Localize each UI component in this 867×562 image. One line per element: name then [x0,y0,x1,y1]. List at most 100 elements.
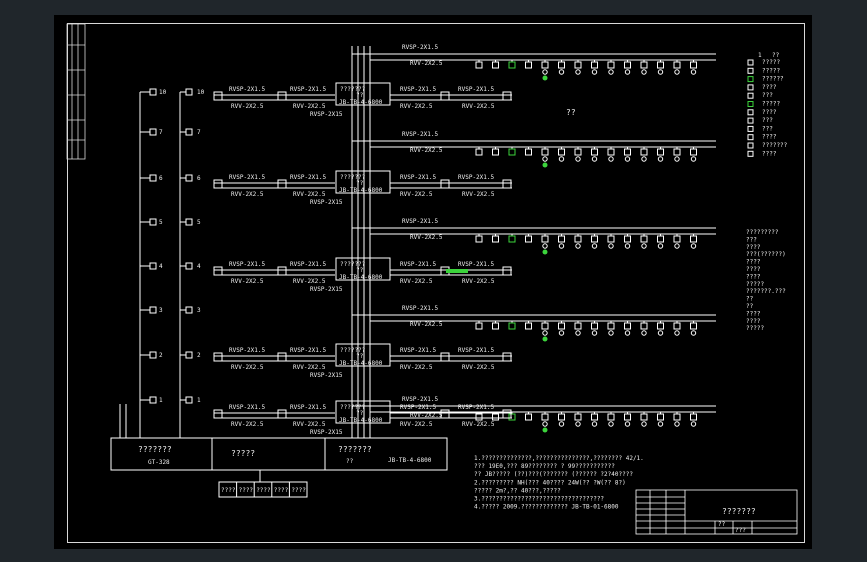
detector-circle [558,330,565,336]
detector-circle [558,421,565,427]
panel-right-model: JB-TB-4-6800 [388,457,432,464]
module-mid-box [277,409,287,419]
cable-label-mid: RVV-2X2.5 [410,321,443,328]
row-cable-bottom: RVSP-2X15 [310,372,343,379]
detector-symbol [541,413,549,421]
mid-floor-label: 10 [197,89,205,96]
detector-symbol [475,235,483,243]
detector-circle [575,243,581,249]
detector-symbol [657,235,664,243]
mid-floor-box [185,218,193,226]
detector-circle [624,421,631,427]
detector-symbol [624,322,631,330]
legend-symbol [747,84,754,91]
small-box-label: ???? [291,487,306,494]
note-line: ???? [746,273,761,280]
detector-circle [674,156,680,162]
note-line: ????? [746,281,764,288]
panel-right-sub: ?? [346,458,354,465]
detector-circle [608,421,614,427]
row-cable-left: RVSP-2X1.5 [229,347,266,354]
bottom-note-line: 3.?????????????????????????????????? [474,496,604,503]
detector-green-dot [542,336,548,342]
legend-symbol [747,76,754,83]
detector-symbol [640,322,648,330]
control-panel: ??????? GT-328 ????? ??????? ?? JB-TB-4-… [110,437,448,498]
legend-item: ???? [762,84,777,91]
small-box-label: ???? [274,487,289,494]
row-cable-mid: RVSP-2X1.5 [290,174,327,181]
row-cable-left: RVSP-2X1.5 [229,261,266,268]
detector-symbol [508,148,516,156]
junction-box-sub: ?? [356,180,364,187]
bottom-note-line: 2.????????? NH(??? 40???? 24W(?? ?W(?? 8… [474,479,626,486]
left-floor-box [149,262,157,270]
junction-box-sub: ?? [356,410,364,417]
legend-item: ????? [762,67,780,74]
row-cable-mid-b: RVV-2X2.5 [293,364,326,371]
detector-symbol [475,148,483,156]
junction-box-sub: ?? [356,353,364,360]
detector-circle [657,69,664,75]
legend-item: ???? [762,150,777,157]
detector-circle [542,69,548,75]
legend-item: ??? [762,125,773,132]
detector-circle [690,69,697,75]
panel-mid-title: ????? [231,449,255,458]
row-cable-right-b: RVV-2X2.5 [400,364,433,371]
detector-symbol [673,413,681,421]
mid-floor-box [185,174,193,182]
note-line: ????????? [746,229,779,236]
detector-circle [641,243,647,249]
legend-symbol [747,59,754,66]
row-cable-far: RVSP-2X1.5 [458,404,495,411]
row-cable-far: RVSP-2X1.5 [458,86,495,93]
cable-label-top: RVSP-2X1.5 [402,396,439,403]
detector-circle [591,69,598,75]
detector-symbol [558,322,565,330]
row-cable-right: RVSP-2X1.5 [400,174,437,181]
detector-circle [575,69,581,75]
row-cable-mid: RVSP-2X1.5 [290,86,327,93]
panel-small-boxes: ???????????????????? [218,470,308,498]
bottom-note-line: ????? 2m?,?? 40???,????? [474,487,561,494]
detector-symbol [640,235,648,243]
detector-symbol [475,61,483,69]
note-line: ?? [746,296,754,303]
detector-circle [690,330,697,336]
row-cable-far-b: RVV-2X2.5 [462,191,495,198]
detector-circle [674,243,680,249]
detector-symbol [624,148,631,156]
detector-symbol [640,61,648,69]
detector-circle [641,330,647,336]
legend-item: ??? [762,92,773,99]
row-cable-far: RVSP-2X1.5 [458,261,495,268]
title-block-sheet: ??? [735,527,746,534]
detector-symbol [690,61,697,69]
detector-symbol [574,235,582,243]
mid-floor-box [185,128,193,136]
detector-circle [542,421,548,427]
detector-circle [624,330,631,336]
legend-symbol [747,142,754,149]
detector-circle [641,156,647,162]
revision-strip [66,23,86,160]
note-line: ???? [746,266,761,273]
detector-symbol [574,413,582,421]
detector-symbol [690,148,697,156]
module-end-box [502,91,512,101]
small-box-label: ???? [239,487,254,494]
detector-symbol [508,413,516,421]
detector-circle [575,156,581,162]
detector-symbol [558,413,565,421]
row-cable-bottom: RVSP-2X15 [310,429,343,436]
detector-circle [542,156,548,162]
detector-circle [657,330,664,336]
row-cable-mid-b: RVV-2X2.5 [293,103,326,110]
small-box-label: ???? [221,487,236,494]
legend-item: ????? [762,59,780,66]
detector-circle [690,421,697,427]
detector-circle [542,330,548,336]
module-left-box [213,352,223,362]
notes-list: ???????????????????(??????)?????????????… [746,229,786,332]
